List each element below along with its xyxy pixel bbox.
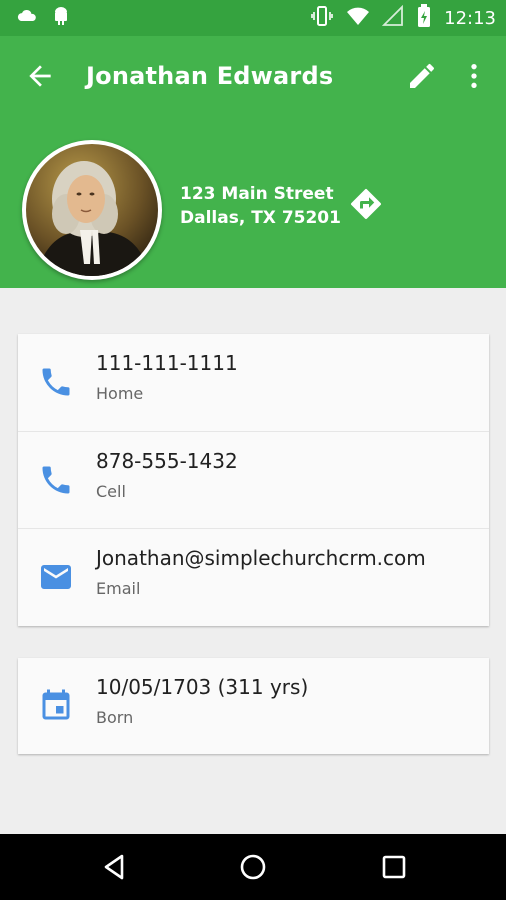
nav-back-button[interactable] — [98, 851, 130, 883]
status-time: 12:13 — [444, 7, 496, 29]
status-bar: 12:13 — [0, 0, 506, 36]
directions-button[interactable] — [348, 186, 384, 222]
email-row[interactable]: Jonathan@simplechurchcrm.com Email — [18, 528, 489, 626]
directions-icon — [351, 189, 381, 219]
pencil-icon — [410, 63, 434, 88]
more-options-button[interactable] — [458, 60, 490, 92]
phone-home-label: Home — [96, 384, 144, 403]
battery-icon — [416, 4, 432, 32]
phone-home-value: 111-111-1111 — [96, 351, 238, 375]
navigation-bar — [0, 834, 506, 900]
portrait-image — [26, 144, 158, 276]
born-row[interactable]: 10/05/1703 (311 yrs) Born — [18, 658, 489, 755]
circle-home-icon — [240, 854, 266, 880]
wifi-icon — [346, 5, 370, 31]
phone-cell-value: 878-555-1432 — [96, 449, 238, 473]
phone-home-row[interactable]: 111-111-1111 Home — [18, 334, 489, 431]
android-icon — [52, 6, 70, 30]
edit-button[interactable] — [406, 60, 438, 92]
vibrate-icon — [310, 4, 334, 32]
born-label: Born — [96, 708, 134, 727]
email-icon — [41, 565, 71, 589]
square-recents-icon — [382, 855, 406, 879]
email-value: Jonathan@simplechurchcrm.com — [96, 546, 426, 570]
back-button[interactable] — [24, 60, 56, 92]
phone-cell-label: Cell — [96, 482, 126, 501]
signal-icon — [381, 4, 404, 31]
born-value: 10/05/1703 (311 yrs) — [96, 675, 309, 699]
avatar[interactable] — [22, 140, 162, 280]
email-label: Email — [96, 579, 141, 598]
phone-icon — [42, 466, 70, 494]
more-vert-icon — [471, 64, 477, 88]
page-title: Jonathan Edwards — [86, 62, 334, 90]
calendar-icon — [42, 689, 70, 720]
address-line-1: 123 Main Street — [180, 184, 334, 204]
phone-icon — [42, 368, 70, 396]
contact-header: Jonathan Edwards 123 Main Street Dallas,… — [0, 36, 506, 288]
birthdate-card: 10/05/1703 (311 yrs) Born — [18, 658, 489, 754]
arrow-back-icon — [29, 65, 51, 87]
nav-recents-button[interactable] — [378, 851, 410, 883]
weather-icon — [16, 7, 38, 29]
contact-info-card: 111-111-1111 Home 878-555-1432 Cell Jona… — [18, 334, 489, 626]
address: 123 Main Street Dallas, TX 75201 — [180, 182, 341, 230]
triangle-back-icon — [104, 854, 124, 880]
nav-home-button[interactable] — [237, 851, 269, 883]
address-line-2: Dallas, TX 75201 — [180, 208, 341, 228]
phone-cell-row[interactable]: 878-555-1432 Cell — [18, 431, 489, 529]
